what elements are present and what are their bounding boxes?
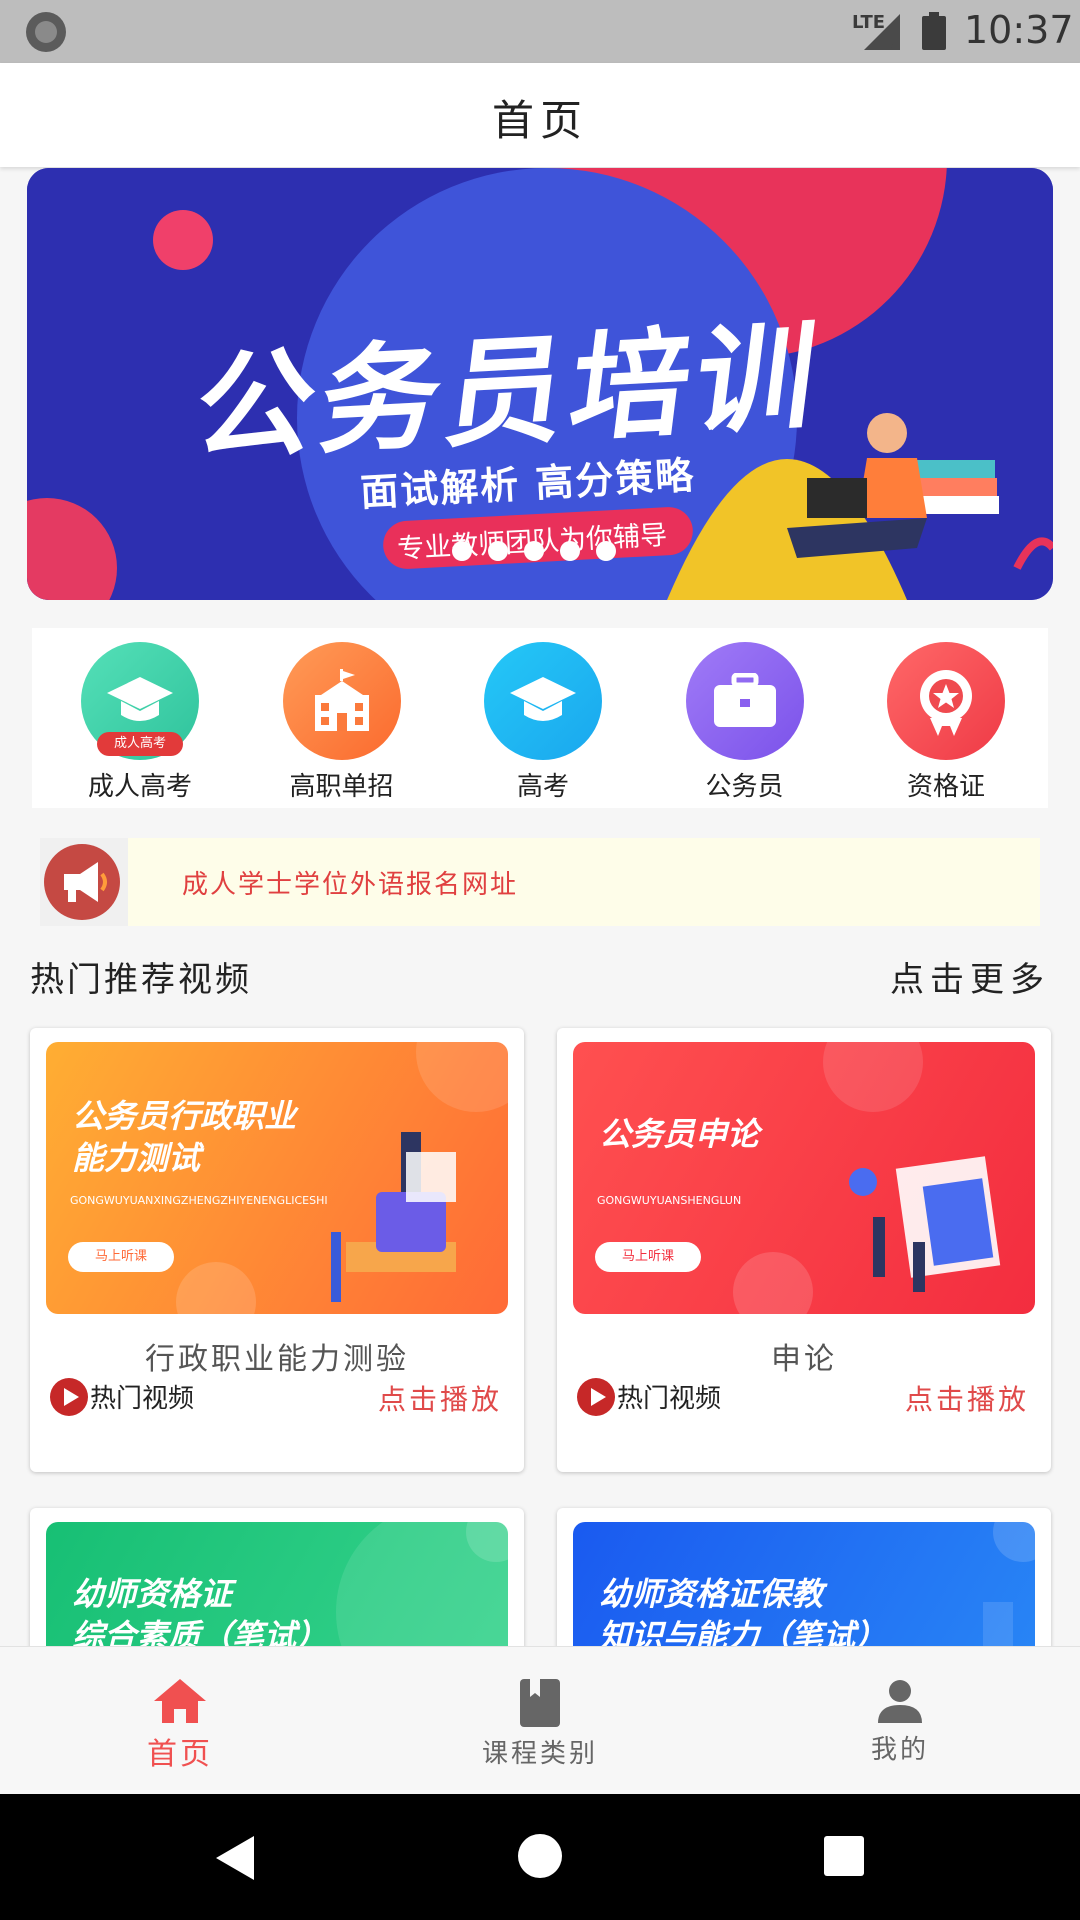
nav-label: 首页 <box>147 1737 213 1772</box>
status-bar: LTE x 10:37 <box>0 0 1080 63</box>
hot-label: 热门视频 <box>90 1384 195 1414</box>
megaphone-icon <box>44 844 120 920</box>
category-adult-exam[interactable]: 成人高考 成人高考 <box>70 642 210 808</box>
category-tag: 成人高考 <box>97 732 183 756</box>
category-label: 成人高考 <box>87 772 192 802</box>
nav-mine[interactable]: 我的 <box>720 1647 1080 1794</box>
announcement-text: 成人学士学位外语报名网址 <box>182 870 519 900</box>
bottom-nav: 首页 课程类别 我的 <box>0 1646 1080 1794</box>
svg-text:x: x <box>888 39 895 52</box>
banner-carousel[interactable]: 公务员培训 面试解析 高分策略 专业教师团队为你辅导 <box>27 168 1053 600</box>
video-thumbnail[interactable]: 公务员行政职业 能力测试 GONGWUYUANXINGZHENGZHIYENEN… <box>46 1042 508 1314</box>
signal-icon: x <box>864 14 900 52</box>
app-screen: LTE x 10:37 首页 公务员培训 面试解析 高分策略 成人高考 成人高考… <box>0 0 1080 1920</box>
notification-icon <box>26 12 66 52</box>
school-building-icon <box>282 642 401 760</box>
page-title: 首页 <box>491 96 588 145</box>
graduation-cap-icon: 成人高考 <box>81 642 199 760</box>
thumbnail-pinyin: GONGWUYUANSHENGLUN <box>597 1194 742 1207</box>
nav-label: 课程类别 <box>481 1739 598 1769</box>
recent-apps-icon[interactable] <box>824 1836 864 1876</box>
video-title: 申论 <box>771 1342 837 1377</box>
video-card[interactable]: 公务员行政职业 能力测试 GONGWUYUANXINGZHENGZHIYENEN… <box>30 1028 524 1472</box>
category-label: 公务员 <box>705 772 784 802</box>
carousel-dots <box>452 541 616 561</box>
thumbnail-pinyin: GONGWUYUANXINGZHENGZHIYENENGLICESHI <box>70 1194 328 1207</box>
thumbnail-title: 公务员行政职业 <box>72 1097 297 1135</box>
thumbnail-title: 幼师资格证保教 <box>599 1575 824 1613</box>
category-label: 高职单招 <box>289 772 394 802</box>
category-certificate[interactable]: 资格证 <box>876 642 1016 808</box>
play-icon <box>577 1378 615 1416</box>
home-circle-icon[interactable] <box>518 1834 562 1878</box>
home-icon <box>154 1679 206 1723</box>
listen-now-button[interactable]: 马上听课 <box>68 1242 174 1272</box>
battery-icon <box>922 12 946 50</box>
graduation-cap-icon <box>484 642 602 760</box>
briefcase-icon <box>685 642 804 760</box>
nav-home[interactable]: 首页 <box>0 1647 360 1794</box>
carousel-dot[interactable] <box>488 541 508 561</box>
category-gaokao[interactable]: 高考 <box>473 642 613 808</box>
carousel-dot[interactable] <box>560 541 580 561</box>
category-label: 高考 <box>516 772 569 802</box>
carousel-dot[interactable] <box>596 541 616 561</box>
category-vocational[interactable]: 高职单招 <box>272 642 412 808</box>
announcement-bar[interactable]: 成人学士学位外语报名网址 <box>40 838 1040 926</box>
category-label: 资格证 <box>906 772 985 802</box>
category-row: 成人高考 成人高考 高职单招 高考 公务员 资格证 <box>32 628 1048 808</box>
thumbnail-title: 能力测试 <box>72 1139 201 1177</box>
banner-title: 公务员培训 <box>187 306 830 478</box>
hot-label: 热门视频 <box>617 1384 722 1414</box>
category-civil-servant[interactable]: 公务员 <box>675 642 815 808</box>
video-thumbnail[interactable]: 公务员申论 GONGWUYUANSHENGLUN 马上听课 <box>573 1042 1035 1314</box>
play-button[interactable]: 点击播放 <box>905 1378 1029 1418</box>
section-title: 热门推荐视频 <box>30 960 252 1000</box>
more-link[interactable]: 点击更多 <box>890 952 1050 1001</box>
nav-label: 我的 <box>870 1735 929 1765</box>
play-icon <box>50 1378 88 1416</box>
clock: 10:37 <box>964 8 1074 52</box>
video-title: 行政职业能力测验 <box>145 1342 409 1377</box>
person-icon <box>878 1680 922 1723</box>
award-badge-icon <box>887 642 1005 760</box>
thumbnail-title: 公务员申论 <box>599 1115 760 1153</box>
listen-now-button[interactable]: 马上听课 <box>595 1242 701 1272</box>
carousel-dot[interactable] <box>524 541 544 561</box>
video-card[interactable]: 公务员申论 GONGWUYUANSHENGLUN 马上听课 申论 热门视频 点击… <box>557 1028 1051 1472</box>
top-app-bar: 首页 <box>0 63 1080 167</box>
play-button[interactable]: 点击播放 <box>378 1378 502 1418</box>
system-nav-bar <box>0 1794 1080 1920</box>
nav-course-category[interactable]: 课程类别 <box>360 1647 720 1794</box>
carousel-dot[interactable] <box>452 541 472 561</box>
back-icon[interactable] <box>216 1836 254 1880</box>
thumbnail-title: 幼师资格证 <box>72 1575 233 1613</box>
book-icon <box>520 1679 560 1727</box>
